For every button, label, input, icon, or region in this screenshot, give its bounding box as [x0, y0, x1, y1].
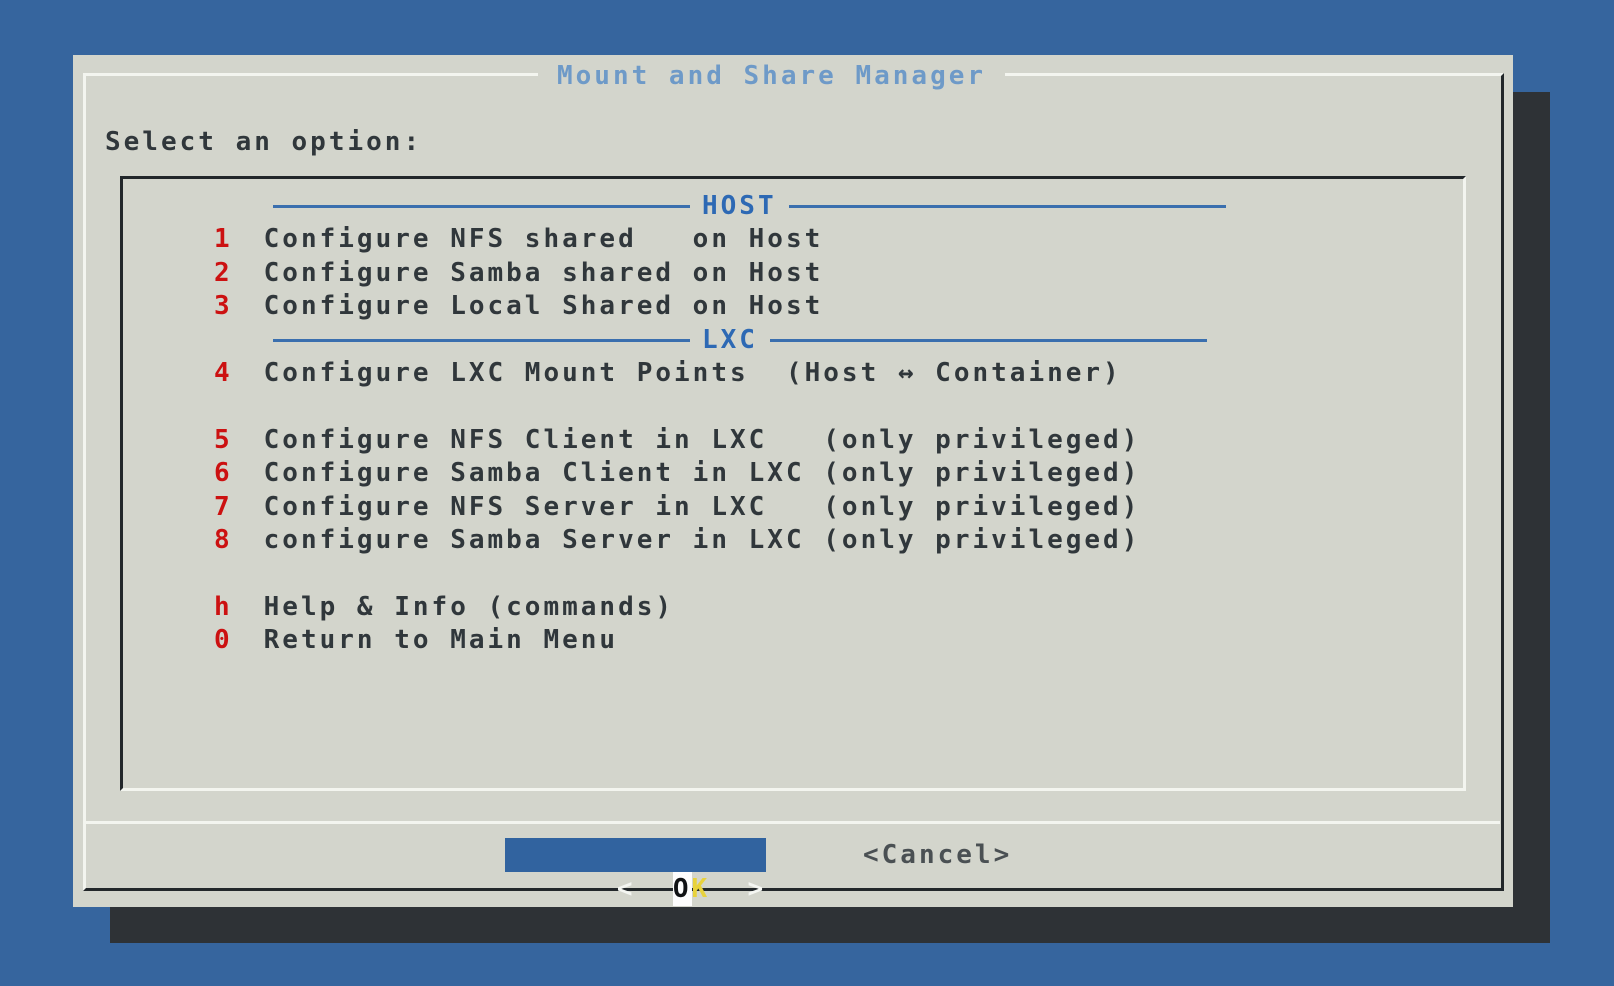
terminal-screen: Mount and Share Manager Select an option…	[0, 0, 1614, 986]
section-label: LXC	[702, 324, 758, 357]
menu-blank-row	[214, 390, 1226, 423]
menu-item-label: Help & Info (commands)	[264, 591, 674, 624]
menu-item-3[interactable]: 3 Configure Local Shared on Host	[214, 290, 1226, 323]
menu-item-label: configure Samba Server in LXC (only priv…	[264, 524, 1141, 557]
ok-button-text-cursor: O	[673, 872, 692, 906]
menu-item-label: Configure Local Shared on Host	[264, 290, 824, 323]
menu-item-5[interactable]: 5 Configure NFS Client in LXC (only privi…	[214, 424, 1226, 457]
menu-item-6[interactable]: 6 Configure Samba Client in LXC (only pri…	[214, 457, 1226, 490]
menu-item-hotkey: 8	[214, 524, 233, 557]
menu-item-label: Configure NFS shared on Host	[264, 223, 824, 256]
menu-item-hotkey: 5	[214, 424, 233, 457]
menu-item-hotkey: 6	[214, 457, 233, 490]
menu-item-h[interactable]: h Help & Info (commands)	[214, 591, 1226, 624]
section-header-lxc: LXC	[273, 324, 1226, 357]
menu-item-label: Configure Samba Client in LXC (only priv…	[264, 457, 1141, 490]
ok-button-right-bracket: >	[710, 874, 766, 904]
dialog-title: Mount and Share Manager	[538, 59, 1005, 93]
menu-item-hotkey: 1	[214, 223, 233, 256]
menu-item-0[interactable]: 0 Return to Main Menu	[214, 624, 1226, 657]
menu-list: HOST 1 Configure NFS shared on Host 2 Config…	[214, 190, 1226, 657]
menu-blank-row	[214, 557, 1226, 590]
menu-item-hotkey: 3	[214, 290, 233, 323]
menu-item-hotkey: 4	[214, 357, 233, 390]
separator-line	[770, 339, 1207, 342]
menu-item-4[interactable]: 4 Configure LXC Mount Points (Host ↔ Cont…	[214, 357, 1226, 390]
separator-line	[789, 205, 1226, 208]
prompt-text: Select an option:	[105, 125, 422, 159]
menu-item-label: Configure LXC Mount Points (Host ↔ Conta…	[264, 357, 1122, 390]
button-row: < OK > <Cancel>	[0, 838, 1614, 872]
menu-item-7[interactable]: 7 Configure NFS Server in LXC (only privi…	[214, 491, 1226, 524]
menu-item-label: Configure NFS Client in LXC (only privil…	[264, 424, 1141, 457]
ok-button-left-bracket: <	[617, 874, 673, 904]
ok-button-hotkey: K	[692, 874, 711, 904]
separator-line	[273, 339, 690, 342]
menu-item-8[interactable]: 8 configure Samba Server in LXC (only pri…	[214, 524, 1226, 557]
section-label: HOST	[702, 190, 777, 223]
menu-item-hotkey: h	[214, 591, 233, 624]
menu-item-2[interactable]: 2 Configure Samba shared on Host	[214, 257, 1226, 290]
menu-item-label: Configure NFS Server in LXC (only privil…	[264, 491, 1141, 524]
menu-item-label: Configure Samba shared on Host	[264, 257, 824, 290]
menu-item-hotkey: 2	[214, 257, 233, 290]
section-header-host: HOST	[273, 190, 1226, 223]
ok-button[interactable]: < OK >	[505, 838, 766, 872]
menu-item-hotkey: 0	[214, 624, 233, 657]
button-row-divider	[86, 821, 1500, 824]
menu-item-1[interactable]: 1 Configure NFS shared on Host	[214, 223, 1226, 256]
menu-item-hotkey: 7	[214, 491, 233, 524]
separator-line	[273, 205, 690, 208]
cancel-button[interactable]: <Cancel>	[863, 838, 1012, 872]
menu-item-label: Return to Main Menu	[264, 624, 618, 657]
